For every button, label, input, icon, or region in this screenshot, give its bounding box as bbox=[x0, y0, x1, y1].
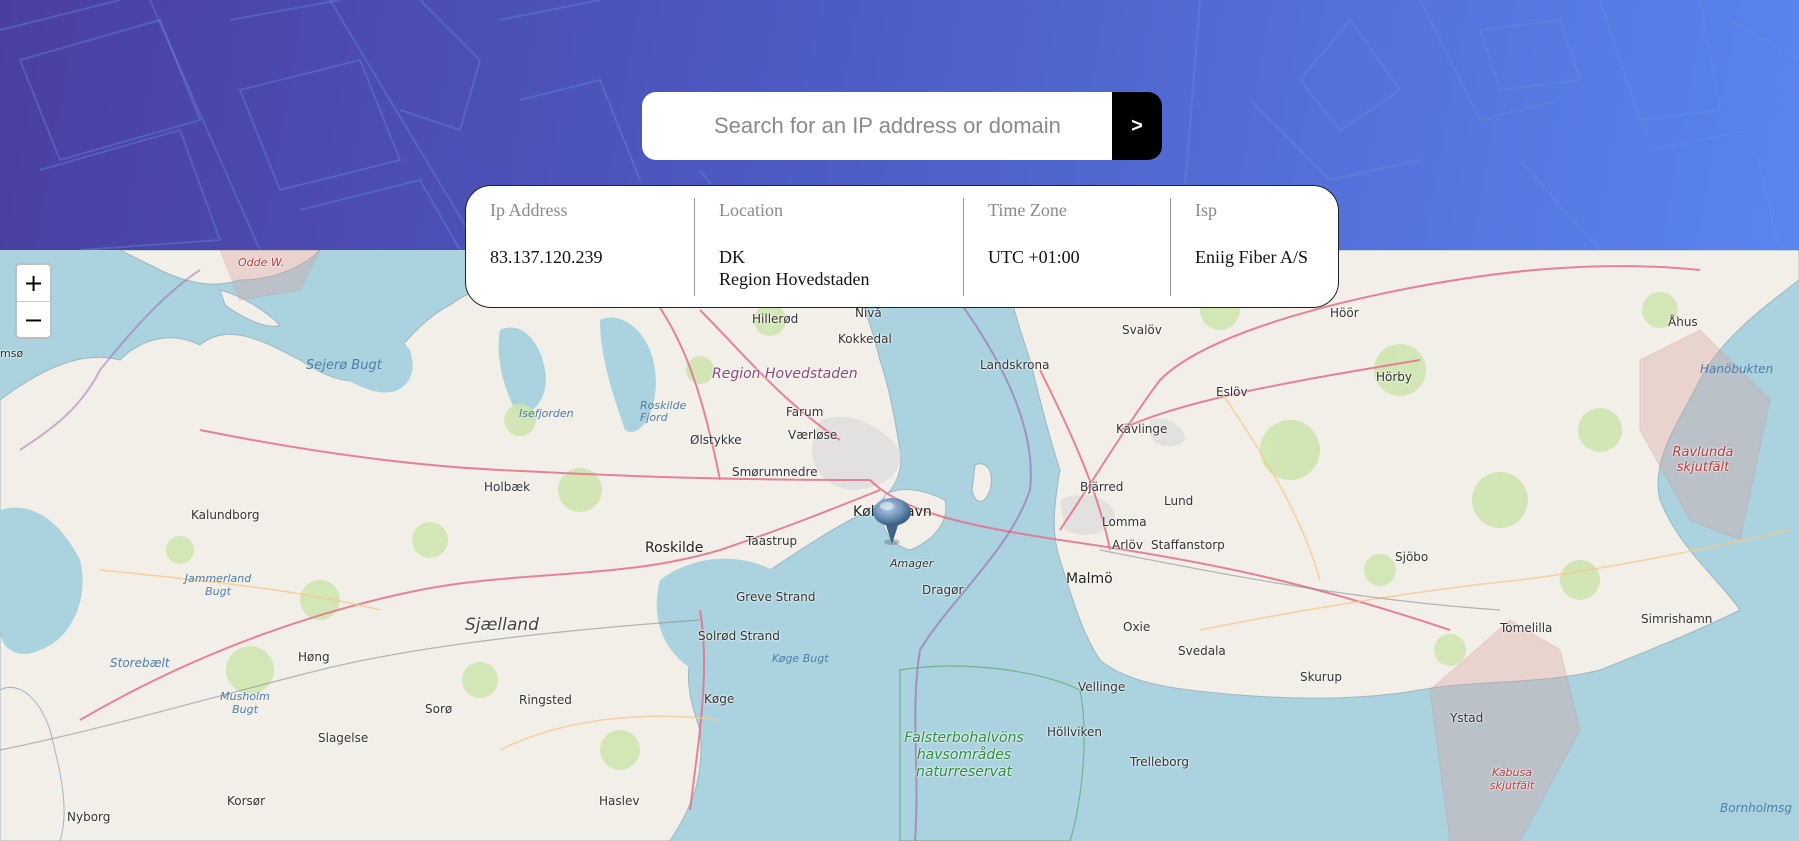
map-label: Sjöbo bbox=[1395, 550, 1429, 564]
location-label: Location bbox=[719, 200, 783, 220]
map-label: Kokkedal bbox=[838, 332, 892, 346]
map-label: Slagelse bbox=[318, 731, 369, 745]
map-label: Oxie bbox=[1123, 620, 1151, 634]
map-label: Musholm Bugt bbox=[220, 690, 270, 716]
zoom-control: + − bbox=[15, 263, 52, 339]
location-section: Location DK Region Hovedstaden bbox=[695, 186, 964, 307]
map-label: Roskilde bbox=[645, 540, 704, 556]
map-label: Trelleborg bbox=[1130, 755, 1189, 769]
map-label: Höllviken bbox=[1047, 725, 1102, 739]
map-label: Landskrona bbox=[980, 358, 1050, 372]
map-label: Staffanstorp bbox=[1151, 538, 1225, 552]
map-label: Nyborg bbox=[67, 810, 111, 824]
map-label: Taastrup bbox=[746, 534, 798, 548]
map-label: Smørumnedre bbox=[732, 465, 818, 479]
map-label: Vellinge bbox=[1078, 680, 1126, 694]
map-label: Haslev bbox=[599, 794, 640, 808]
ip-info-card: Ip Address 83.137.120.239 Location DK Re… bbox=[465, 185, 1339, 308]
map-label: Storebælt bbox=[110, 656, 170, 670]
map-label: Region Hovedstaden bbox=[712, 366, 858, 382]
ip-address-label: Ip Address bbox=[490, 200, 568, 220]
map-label: Holbæk bbox=[484, 480, 531, 494]
location-region: Region Hovedstaden bbox=[719, 269, 870, 289]
zoom-in-button[interactable]: + bbox=[17, 265, 50, 301]
map-label: Ravlunda skjutfält bbox=[1672, 445, 1734, 475]
map-label: Ystad bbox=[1450, 711, 1484, 725]
map-label: Greve Strand bbox=[736, 590, 816, 604]
isp-section: Isp Eniig Fiber A/S bbox=[1171, 186, 1337, 307]
map-label: Nivå bbox=[855, 306, 882, 320]
map-label: Ølstykke bbox=[690, 433, 742, 447]
map-label: Falsterbohalvöns havsområdes naturreserv… bbox=[904, 730, 1024, 780]
map-label: Roskilde Fjord bbox=[640, 399, 687, 424]
map-label: Sejerø Bugt bbox=[306, 358, 382, 373]
timezone-label: Time Zone bbox=[988, 200, 1067, 220]
map-label: Eslöv bbox=[1216, 385, 1248, 399]
ip-address-section: Ip Address 83.137.120.239 bbox=[466, 186, 695, 307]
map-label: Simrishamn bbox=[1641, 612, 1713, 626]
map-label: Svedala bbox=[1178, 644, 1226, 658]
map-label: Dragør bbox=[922, 583, 964, 597]
map-label: Svalöv bbox=[1122, 323, 1162, 337]
map-label: Bjärred bbox=[1080, 480, 1124, 494]
timezone-value: UTC +01:00 bbox=[988, 247, 1080, 267]
map-label: Odde W. bbox=[238, 256, 285, 269]
map-label: Kävlinge bbox=[1116, 422, 1168, 436]
map-label: Hanöbukten bbox=[1700, 362, 1774, 376]
isp-value: Eniig Fiber A/S bbox=[1195, 247, 1309, 267]
search-bar: > bbox=[642, 92, 1162, 160]
map-label: Jammerland Bugt bbox=[184, 572, 252, 598]
map-label: Arlöv bbox=[1112, 538, 1143, 552]
ip-address-value: 83.137.120.239 bbox=[490, 247, 603, 267]
map-label: Kabusa skjutfält bbox=[1489, 766, 1535, 792]
isp-label: Isp bbox=[1195, 200, 1217, 220]
map-label: Sorø bbox=[425, 702, 453, 716]
map-label: Køge bbox=[704, 692, 735, 706]
map-label: Hörby bbox=[1376, 370, 1413, 384]
map-marker-icon[interactable] bbox=[871, 494, 913, 546]
location-country: DK bbox=[719, 247, 745, 267]
map-label: Bornholmsg bbox=[1720, 801, 1792, 815]
map-label: Malmö bbox=[1066, 571, 1113, 587]
map-label: Höör bbox=[1330, 306, 1359, 320]
map-label: Amager bbox=[890, 557, 934, 570]
search-input[interactable] bbox=[642, 92, 1112, 160]
map-label: Værløse bbox=[788, 428, 838, 442]
map-label: Sjælland bbox=[465, 615, 539, 635]
search-submit-button[interactable]: > bbox=[1112, 92, 1162, 160]
map-label: Isefjorden bbox=[519, 407, 574, 420]
map-label: Farum bbox=[786, 405, 824, 419]
map-label: Høng bbox=[298, 650, 330, 664]
map-label: Tomelilla bbox=[1500, 621, 1553, 635]
map-label: Korsør bbox=[227, 794, 266, 808]
map-label: Køge Bugt bbox=[772, 652, 829, 665]
map-label: Ringsted bbox=[519, 693, 572, 707]
timezone-section: Time Zone UTC +01:00 bbox=[964, 186, 1171, 307]
map-label: Kalundborg bbox=[191, 508, 260, 522]
map-label: Hillerød bbox=[752, 312, 799, 326]
map-label: Åhus bbox=[1668, 315, 1698, 329]
map-label: Lomma bbox=[1102, 515, 1147, 529]
map-label: msø bbox=[0, 347, 24, 360]
zoom-out-button[interactable]: − bbox=[17, 301, 50, 338]
map-label: Solrød Strand bbox=[698, 629, 780, 643]
map-label: Lund bbox=[1164, 494, 1194, 508]
map-label: Skurup bbox=[1300, 670, 1342, 684]
